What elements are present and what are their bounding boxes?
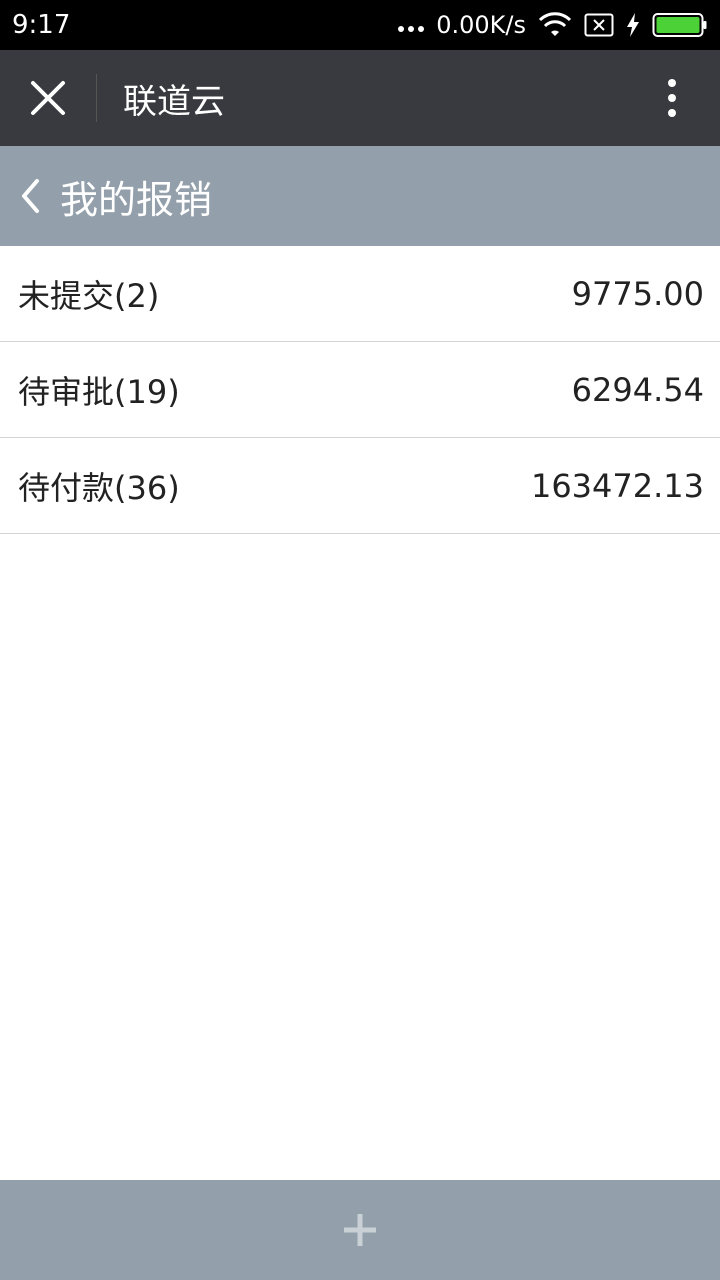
list-item-pending-approval[interactable]: 待审批(19) 6294.54 [0, 342, 720, 438]
app-bar-divider [96, 74, 97, 122]
status-time: 9:17 [12, 10, 71, 40]
item-label: 待审批(19) [18, 372, 180, 411]
dots-icon [398, 26, 425, 32]
app-bar: 联道云 [0, 50, 720, 146]
item-amount: 6294.54 [571, 370, 704, 409]
list-item-unsubmitted[interactable]: 未提交(2) 9775.00 [0, 246, 720, 342]
sim-icon [584, 13, 614, 37]
close-button[interactable] [0, 50, 96, 146]
charging-icon [626, 13, 640, 37]
chevron-left-icon [22, 179, 39, 213]
battery-icon [652, 12, 708, 38]
close-icon [31, 81, 65, 115]
page-header: 我的报销 [0, 146, 720, 246]
app-title: 联道云 [123, 81, 225, 122]
more-vertical-icon [668, 79, 676, 117]
page-title: 我的报销 [60, 177, 213, 222]
back-button[interactable] [0, 146, 60, 246]
status-icons: 0.00K/s [398, 11, 708, 39]
wifi-icon [538, 12, 572, 38]
add-button[interactable] [0, 1180, 720, 1280]
status-bar: 9:17 0.00K/s [0, 0, 720, 50]
network-speed: 0.00K/s [436, 11, 526, 39]
plus-icon [344, 1214, 376, 1246]
list-item-pending-payment[interactable]: 待付款(36) 163472.13 [0, 438, 720, 534]
item-label: 待付款(36) [18, 468, 180, 507]
item-amount: 163472.13 [530, 466, 704, 505]
more-button[interactable] [624, 50, 720, 146]
item-amount: 9775.00 [571, 274, 704, 313]
item-label: 未提交(2) [18, 276, 160, 315]
reimbursement-list: 未提交(2) 9775.00 待审批(19) 6294.54 待付款(36) 1… [0, 246, 720, 534]
